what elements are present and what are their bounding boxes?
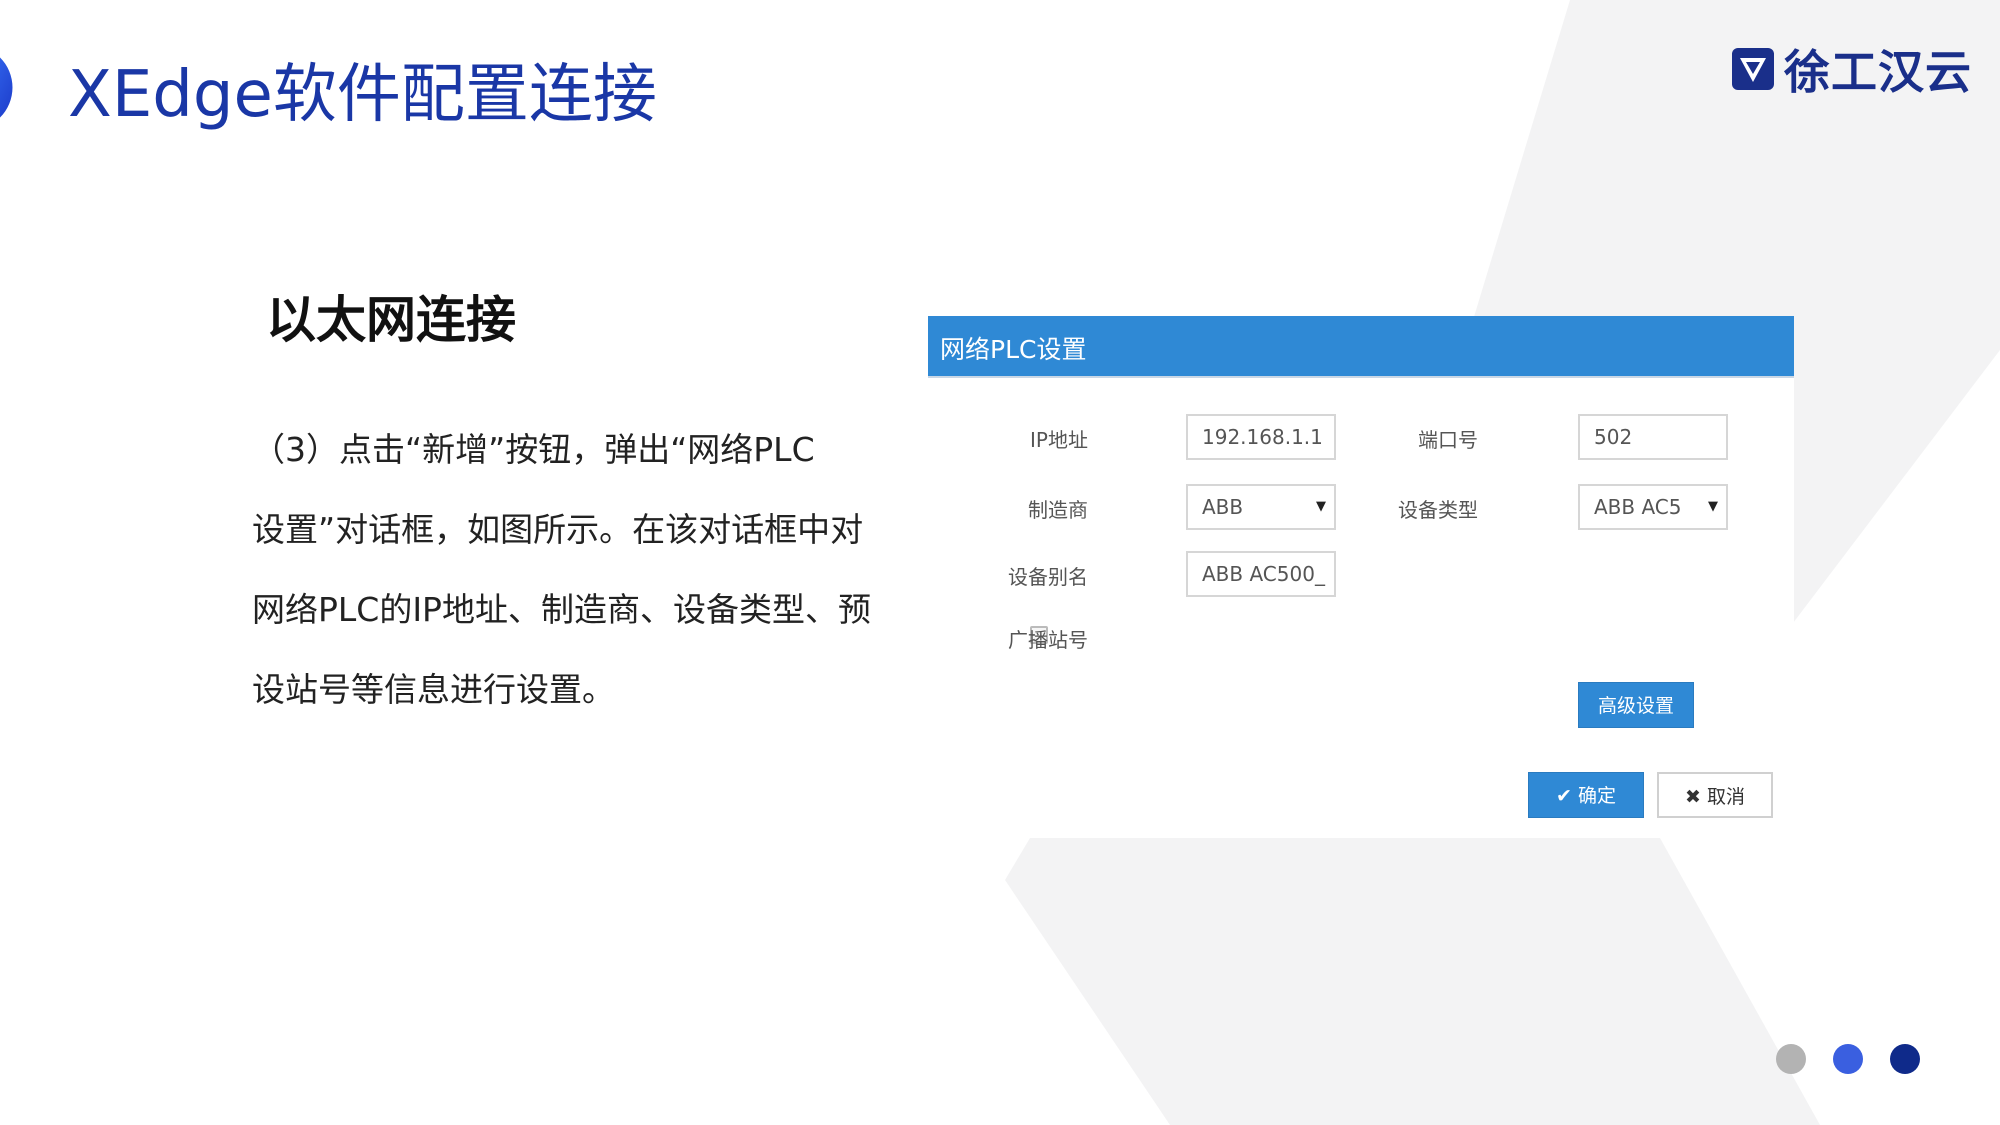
- cancel-button[interactable]: ✖ 取消: [1657, 772, 1773, 818]
- dialog-title: 网络PLC设置: [940, 335, 1087, 364]
- manufacturer-label: 制造商: [1028, 498, 1088, 522]
- ip-address-input[interactable]: 192.168.1.1: [1186, 414, 1336, 460]
- device-type-value: ABB AC5: [1594, 495, 1682, 519]
- nav-dot-navy: [1890, 1044, 1920, 1074]
- dialog-header: 网络PLC设置: [928, 316, 1794, 378]
- body-paragraph: （3）点击“新增”按钮，弹出“网络PLC 设置”对话框，如图所示。在该对话框中对…: [252, 410, 912, 730]
- ip-label: IP地址: [1030, 428, 1088, 452]
- port-label: 端口号: [1418, 428, 1478, 452]
- caret-down-icon: ▼: [1316, 499, 1326, 514]
- alias-label: 设备别名: [1008, 565, 1088, 589]
- network-plc-dialog: 网络PLC设置 IP地址 192.168.1.1 端口号 502 制造商 ABB…: [928, 316, 1794, 838]
- body-line: 设站号等信息进行设置。: [252, 670, 615, 709]
- advanced-settings-button[interactable]: 高级设置: [1578, 682, 1694, 728]
- body-line: （3）点击“新增”按钮，弹出“网络PLC: [252, 430, 815, 469]
- device-type-select[interactable]: ABB AC5 ▼: [1578, 484, 1728, 530]
- device-type-label: 设备类型: [1398, 498, 1478, 522]
- nav-dot-blue: [1833, 1044, 1863, 1074]
- section-heading: 以太网连接: [266, 291, 516, 349]
- cancel-label: 取消: [1706, 786, 1745, 808]
- ok-button[interactable]: ✔ 确定: [1528, 772, 1644, 818]
- x-icon: ✖: [1685, 786, 1701, 808]
- body-line: 设置”对话框，如图所示。在该对话框中对: [252, 510, 864, 549]
- device-alias-input[interactable]: ABB AC500_: [1186, 551, 1336, 597]
- manufacturer-value: ABB: [1202, 495, 1244, 519]
- caret-down-icon: ▼: [1708, 499, 1718, 514]
- title-accent-icon: [0, 57, 13, 118]
- page-title: XEdge软件配置连接: [68, 58, 657, 132]
- logo-text: 徐工汉云: [1784, 45, 1972, 99]
- logo-shield-icon: [1732, 48, 1774, 90]
- broadcast-label: 广播站号: [1008, 628, 1088, 652]
- nav-dot-gray: [1776, 1044, 1806, 1074]
- company-logo: 徐工汉云: [1730, 36, 1972, 102]
- port-input[interactable]: 502: [1578, 414, 1728, 460]
- manufacturer-select[interactable]: ABB ▼: [1186, 484, 1336, 530]
- body-line: 网络PLC的IP地址、制造商、设备类型、预: [252, 590, 871, 629]
- check-icon: ✔: [1556, 785, 1572, 807]
- ok-label: 确定: [1577, 785, 1616, 807]
